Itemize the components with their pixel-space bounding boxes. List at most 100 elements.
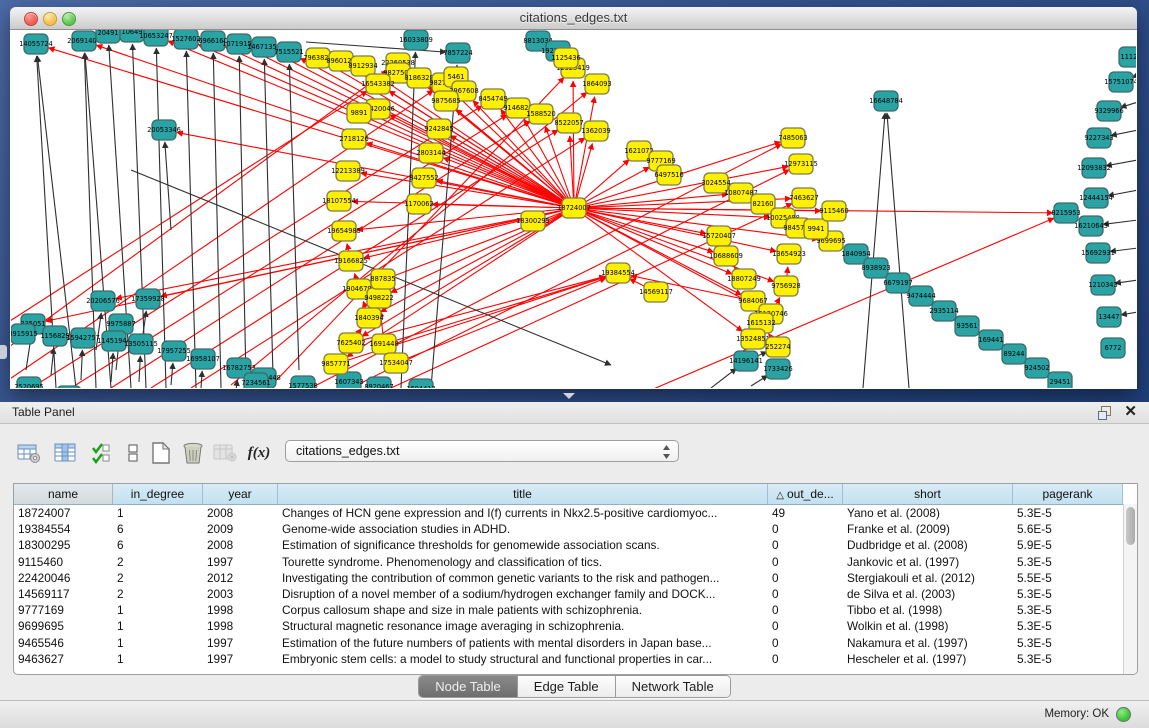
graph-node[interactable]: 20491 [96, 30, 120, 43]
graph-node[interactable]: 12093832 [1077, 158, 1111, 178]
graph-hub-node[interactable]: 18724007 [557, 198, 591, 218]
graph-node[interactable]: 15942757 [66, 328, 100, 348]
table-row[interactable]: 1830029562008Estimation of significance … [14, 537, 1137, 553]
graph-node[interactable]: 89244 [1002, 344, 1026, 364]
tab-node-table[interactable]: Node Table [419, 676, 518, 697]
graph-node[interactable]: 1733426 [763, 359, 792, 379]
scrollbar-thumb[interactable] [1126, 507, 1135, 545]
graph-node[interactable]: 9227343 [1084, 128, 1113, 148]
column-header-out_de[interactable]: △out_de... [768, 484, 843, 504]
graph-node[interactable]: 1694412 [406, 379, 435, 388]
new-table-icon[interactable] [148, 438, 174, 468]
float-panel-icon[interactable] [1098, 406, 1111, 419]
graph-node[interactable]: 7515521 [274, 42, 303, 62]
column-header-name[interactable]: name [14, 484, 113, 504]
graph-node[interactable]: 1588520 [526, 104, 555, 124]
graph-node[interactable]: 7625402 [336, 333, 365, 353]
graph-node[interactable]: 8920467 [364, 377, 393, 388]
table-row[interactable]: 1456911722003Disruption of a novel membe… [14, 586, 1137, 602]
graph-node[interactable]: 16958107 [186, 349, 220, 369]
table-vertical-scrollbar[interactable] [1123, 504, 1137, 674]
graph-node[interactable]: 18807249 [727, 269, 761, 289]
graph-node[interactable]: 13447 [1097, 307, 1121, 327]
graph-node[interactable]: 9498222 [364, 288, 393, 308]
table-row[interactable]: 946554611997Estimation of the future num… [14, 635, 1137, 651]
graph-node[interactable]: 1210343 [1088, 275, 1117, 295]
tab-network-table[interactable]: Network Table [616, 676, 730, 697]
graph-node[interactable]: 10688609 [709, 246, 743, 266]
graph-node[interactable]: 2718126 [339, 129, 368, 149]
left-panel-collapse-handle[interactable] [0, 345, 7, 359]
graph-node[interactable]: 1577538 [288, 376, 317, 388]
graph-node[interactable]: 17534047 [379, 353, 413, 373]
column-header-in_degree[interactable]: in_degree [113, 484, 203, 504]
graph-node[interactable]: 16033809 [399, 30, 433, 50]
table-row[interactable]: 911546021997Tourette syndrome. Phenomeno… [14, 554, 1137, 570]
graph-node[interactable]: 1170062 [404, 194, 433, 214]
graph-node[interactable]: 19384554 [601, 263, 635, 283]
graph-node[interactable]: 15751074 [1104, 72, 1136, 92]
graph-node[interactable]: 6772 [1101, 338, 1125, 358]
table-row[interactable]: 946362711997Embryonic stem cells: a mode… [14, 651, 1137, 667]
column-header-title[interactable]: title [278, 484, 768, 504]
graph-node[interactable]: 93561 [955, 316, 979, 336]
citation-network-graph[interactable]: 1405572420691406204911064910653247152760… [11, 30, 1136, 388]
graph-node[interactable]: 12213389 [331, 161, 365, 181]
graph-node[interactable]: 1527602 [171, 30, 200, 49]
graph-node[interactable]: 7857224 [443, 43, 472, 63]
graph-node[interactable]: 1691448 [369, 334, 398, 354]
graph-node[interactable]: 8522057 [554, 113, 583, 133]
table-row[interactable]: 1872400712008Changes of HCN gene express… [14, 505, 1137, 521]
graph-node[interactable]: 14196141 [729, 351, 763, 371]
graph-node[interactable]: 10653247 [139, 30, 173, 46]
select-columns-icon[interactable] [88, 438, 114, 468]
table-settings-icon[interactable] [16, 438, 42, 468]
graph-node[interactable]: 6679197 [883, 273, 912, 293]
row-height-icon[interactable] [120, 438, 146, 468]
column-header-year[interactable]: year [203, 484, 278, 504]
graph-node[interactable]: 13505115 [124, 334, 158, 354]
graph-node[interactable]: 13654923 [772, 244, 806, 264]
graph-node[interactable]: 9756928 [771, 276, 800, 296]
graph-node[interactable]: 14055724 [19, 34, 53, 54]
graph-node[interactable]: 9329966 [1094, 101, 1123, 121]
graph-node[interactable]: 9875685 [431, 91, 460, 111]
graph-node[interactable]: 252274 [765, 337, 790, 357]
graph-node[interactable]: 11123 [1119, 47, 1136, 67]
graph-node[interactable]: 1840394 [354, 308, 383, 328]
network-canvas[interactable]: 1405572420691406204911064910653247152760… [11, 30, 1136, 388]
graph-node[interactable]: 18107554 [322, 191, 356, 211]
graph-node[interactable]: 1864093 [582, 74, 611, 94]
graph-node[interactable]: 12444154 [1079, 188, 1113, 208]
graph-node[interactable]: 7463627 [789, 188, 818, 208]
delete-table-icon[interactable] [180, 438, 206, 468]
graph-node[interactable]: 19654985 [327, 221, 361, 241]
graph-node[interactable]: 16210643 [1074, 216, 1108, 236]
graph-node[interactable]: 18300295 [516, 211, 550, 231]
close-panel-icon[interactable]: ✕ [1124, 404, 1137, 420]
graph-node[interactable]: 9891 [347, 103, 371, 123]
graph-node[interactable]: 20053346 [147, 120, 181, 140]
table-row[interactable]: 1938455462009Genome-wide association stu… [14, 521, 1137, 537]
graph-node[interactable]: 8427552 [409, 168, 438, 188]
graph-node[interactable]: 887835 [370, 269, 395, 289]
graph-node[interactable]: 19166825 [334, 251, 368, 271]
graph-node[interactable]: 169441 [978, 330, 1003, 350]
graph-node[interactable]: 8912934 [348, 56, 377, 76]
table-panel-titlebar[interactable]: Table Panel ✕ [0, 402, 1149, 424]
graph-node[interactable]: 8215953 [1051, 203, 1080, 223]
graph-node[interactable]: 16648784 [869, 91, 903, 111]
graph-node[interactable]: 14569117 [639, 282, 673, 302]
table-row[interactable]: 977716911998Corpus callosum shape and si… [14, 602, 1137, 618]
graph-node[interactable]: 7485063 [778, 128, 807, 148]
graph-node[interactable]: 15720407 [702, 226, 736, 246]
table-row[interactable]: 2242004622012Investigating the contribut… [14, 570, 1137, 586]
graph-node[interactable]: 17359928 [131, 289, 165, 309]
graph-node[interactable]: 9857771 [321, 354, 350, 374]
graph-node[interactable]: 5505135 [54, 386, 83, 388]
table-row[interactable]: 969969511998Structural magnetic resonanc… [14, 618, 1137, 634]
graph-node[interactable]: 9242845 [424, 119, 453, 139]
table-source-dropdown[interactable]: citations_edges.txt [285, 440, 679, 462]
network-view-window[interactable]: citations_edges.txt 14055724206914062049… [10, 7, 1137, 389]
graph-node[interactable]: 9941 [804, 219, 828, 239]
